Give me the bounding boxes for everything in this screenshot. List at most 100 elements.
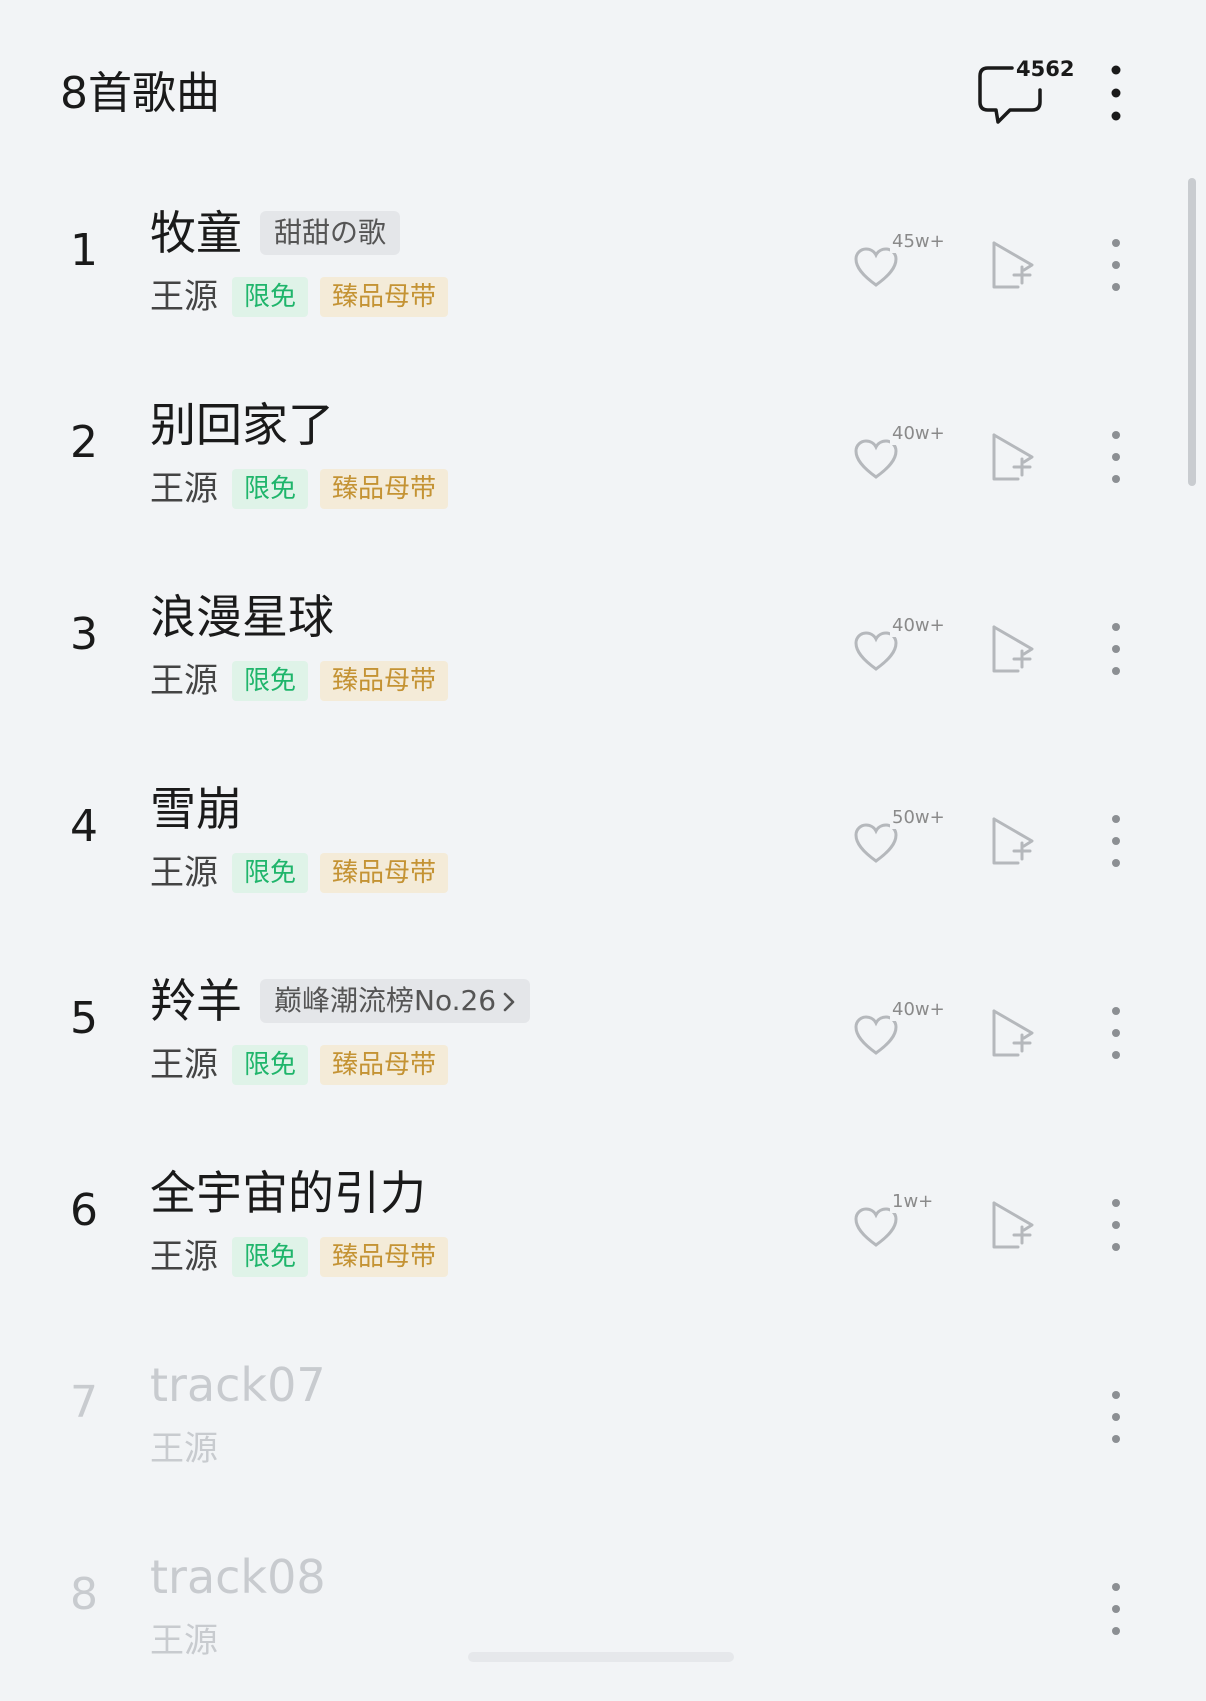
song-more-button[interactable] <box>1096 811 1136 871</box>
song-meta: 王源 限免 臻品母带 <box>150 467 449 511</box>
add-to-playlist-button[interactable] <box>988 621 1036 677</box>
add-to-playlist-button[interactable] <box>988 429 1036 485</box>
song-index: 5 <box>70 993 98 1044</box>
song-artist[interactable]: 王源 <box>150 1619 218 1663</box>
song-index: 6 <box>70 1185 98 1236</box>
free-badge: 限免 <box>232 853 309 893</box>
song-title-line: track08 <box>150 1549 326 1605</box>
song-row[interactable]: 5 羚羊 巅峰潮流榜No.26 王源 限免 臻品母带 40w+ <box>0 933 1206 1125</box>
song-title: 别回家了 <box>150 398 334 452</box>
song-title-line: 牧童 甜甜の歌 <box>150 205 401 261</box>
add-to-playlist-button[interactable] <box>988 813 1036 869</box>
more-vertical-icon <box>1111 65 1121 121</box>
song-title: 雪崩 <box>150 782 242 836</box>
song-artist[interactable]: 王源 <box>150 851 218 895</box>
like-count: 40w+ <box>890 615 947 637</box>
song-row[interactable]: 3 浪漫星球 王源 限免 臻品母带 40w+ <box>0 549 1206 741</box>
more-vertical-icon <box>1112 239 1120 291</box>
song-artist[interactable]: 王源 <box>150 659 218 703</box>
song-artist[interactable]: 王源 <box>150 467 218 511</box>
add-to-playlist-icon <box>992 1201 1034 1249</box>
header: 8首歌曲 4562 <box>0 0 1206 190</box>
song-title-line: 浪漫星球 <box>150 589 334 645</box>
like-button[interactable]: 50w+ <box>852 807 962 877</box>
free-badge: 限免 <box>232 1237 309 1277</box>
song-meta: 王源 限免 臻品母带 <box>150 659 449 703</box>
free-badge: 限免 <box>232 1045 309 1085</box>
song-meta: 王源 限免 臻品母带 <box>150 1043 449 1087</box>
like-button[interactable]: 45w+ <box>852 231 962 301</box>
song-tag[interactable]: 甜甜の歌 <box>260 211 401 255</box>
song-meta: 王源 限免 臻品母带 <box>150 851 449 895</box>
song-title: track07 <box>150 1358 326 1412</box>
song-meta: 王源 限免 臻品母带 <box>150 275 449 319</box>
like-button[interactable]: 40w+ <box>852 423 962 493</box>
like-button[interactable]: 40w+ <box>852 615 962 685</box>
song-more-button[interactable] <box>1096 619 1136 679</box>
add-to-playlist-icon <box>992 1009 1034 1057</box>
song-title: track08 <box>150 1550 326 1604</box>
song-artist[interactable]: 王源 <box>150 1427 218 1471</box>
add-to-playlist-button[interactable] <box>988 237 1036 293</box>
more-vertical-icon <box>1112 1199 1120 1251</box>
song-artist[interactable]: 王源 <box>150 1235 218 1279</box>
add-to-playlist-icon <box>992 817 1034 865</box>
song-tag[interactable]: 巅峰潮流榜No.26 <box>260 979 531 1023</box>
song-index: 4 <box>70 801 98 852</box>
like-count: 40w+ <box>890 423 947 445</box>
more-vertical-icon <box>1112 623 1120 675</box>
song-index: 7 <box>70 1377 98 1428</box>
more-vertical-icon <box>1112 1007 1120 1059</box>
more-vertical-icon <box>1112 1391 1120 1443</box>
like-count: 40w+ <box>890 999 947 1021</box>
page-title: 8首歌曲 <box>60 68 220 119</box>
song-row[interactable]: 6 全宇宙的引力 王源 限免 臻品母带 1w+ <box>0 1125 1206 1317</box>
song-title: 浪漫星球 <box>150 590 334 644</box>
master-tape-badge: 臻品母带 <box>320 1045 449 1085</box>
add-to-playlist-button[interactable] <box>988 1005 1036 1061</box>
song-meta: 王源 <box>150 1619 220 1663</box>
song-title: 全宇宙的引力 <box>150 1166 426 1220</box>
add-to-playlist-button[interactable] <box>988 1197 1036 1253</box>
song-meta: 王源 限免 臻品母带 <box>150 1235 449 1279</box>
master-tape-badge: 臻品母带 <box>320 661 449 701</box>
song-title-line: 羚羊 巅峰潮流榜No.26 <box>150 973 531 1029</box>
song-row[interactable]: 1 牧童 甜甜の歌 王源 限免 臻品母带 45w+ <box>0 165 1206 357</box>
song-artist[interactable]: 王源 <box>150 1043 218 1087</box>
song-index: 1 <box>70 225 98 276</box>
song-more-button[interactable] <box>1096 1387 1136 1447</box>
header-more-button[interactable] <box>1096 58 1136 128</box>
song-row[interactable]: 7 track07 王源 <box>0 1317 1206 1509</box>
song-row[interactable]: 2 别回家了 王源 限免 臻品母带 40w+ <box>0 357 1206 549</box>
like-button[interactable]: 1w+ <box>852 1191 962 1261</box>
song-title-line: 雪崩 <box>150 781 242 837</box>
comment-button[interactable]: 4562 <box>976 56 1077 128</box>
free-badge: 限免 <box>232 277 309 317</box>
like-count: 45w+ <box>890 231 947 253</box>
like-button[interactable]: 40w+ <box>852 999 962 1069</box>
song-more-button[interactable] <box>1096 427 1136 487</box>
add-to-playlist-icon <box>992 241 1034 289</box>
home-indicator <box>468 1652 734 1662</box>
add-to-playlist-icon <box>992 433 1034 481</box>
add-to-playlist-icon <box>992 625 1034 673</box>
song-index: 8 <box>70 1569 98 1620</box>
song-more-button[interactable] <box>1096 1579 1136 1639</box>
more-vertical-icon <box>1112 815 1120 867</box>
song-more-button[interactable] <box>1096 235 1136 295</box>
song-row[interactable]: 8 track08 王源 <box>0 1509 1206 1701</box>
song-list: 1 牧童 甜甜の歌 王源 限免 臻品母带 45w+ 2 别回家了 王源 限免 臻… <box>0 165 1206 1701</box>
song-more-button[interactable] <box>1096 1195 1136 1255</box>
song-more-button[interactable] <box>1096 1003 1136 1063</box>
song-row[interactable]: 4 雪崩 王源 限免 臻品母带 50w+ <box>0 741 1206 933</box>
more-vertical-icon <box>1112 431 1120 483</box>
chevron-right-icon <box>503 992 515 1012</box>
song-index: 2 <box>70 417 98 468</box>
song-title-line: 别回家了 <box>150 397 334 453</box>
like-count: 50w+ <box>890 807 947 829</box>
master-tape-badge: 臻品母带 <box>320 853 449 893</box>
song-title: 羚羊 <box>150 974 242 1028</box>
song-artist[interactable]: 王源 <box>150 275 218 319</box>
song-title-line: track07 <box>150 1357 326 1413</box>
free-badge: 限免 <box>232 469 309 509</box>
